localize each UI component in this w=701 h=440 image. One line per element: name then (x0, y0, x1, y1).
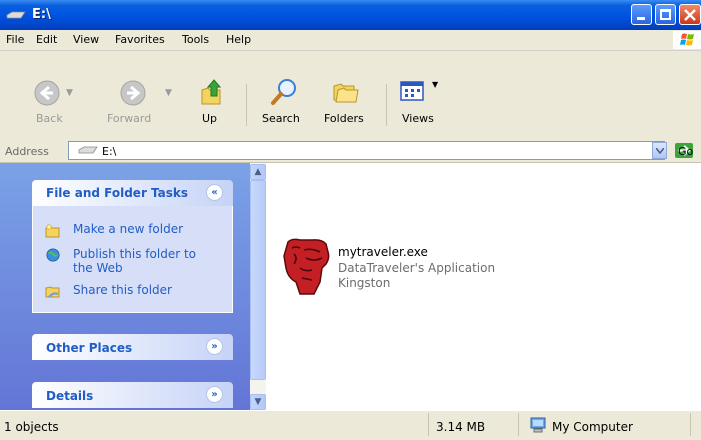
forward-icon (120, 80, 146, 106)
expand-chevron-icon[interactable]: » (206, 338, 223, 355)
search-icon (271, 79, 296, 105)
status-size: 3.14 MB (436, 420, 486, 434)
address-value: E:\ (102, 145, 117, 158)
views-button[interactable]: ▼ Views (394, 58, 446, 128)
publish-folder-link-cont[interactable]: the Web (73, 261, 123, 275)
folders-label: Folders (324, 112, 364, 125)
status-separator (428, 413, 429, 436)
views-dropdown-icon[interactable]: ▼ (432, 80, 438, 89)
search-button[interactable]: Search (256, 58, 308, 128)
drive-icon (78, 146, 98, 154)
menu-bar (0, 30, 701, 51)
menu-file[interactable]: File (6, 33, 24, 46)
scroll-down-button[interactable]: ▼ (250, 394, 266, 410)
address-dropdown-button[interactable] (652, 142, 667, 159)
forward-button[interactable]: ▼ Forward (95, 58, 175, 128)
publish-folder-link[interactable]: Publish this folder to (73, 247, 196, 261)
folders-button[interactable]: Folders (318, 58, 374, 128)
share-folder-icon (45, 286, 60, 298)
menu-edit[interactable]: Edit (36, 33, 57, 46)
search-label: Search (262, 112, 300, 125)
maximize-button[interactable] (655, 4, 676, 25)
views-icon (400, 81, 424, 101)
file-company: Kingston (338, 276, 391, 290)
share-folder-link[interactable]: Share this folder (73, 283, 172, 297)
other-places-title[interactable]: Other Places (46, 341, 132, 355)
windows-logo-icon (673, 31, 701, 49)
chevron-down-icon (656, 148, 664, 154)
my-computer-icon (530, 417, 546, 433)
expand-chevron-icon[interactable]: » (206, 386, 223, 403)
back-icon (34, 80, 60, 106)
menu-view[interactable]: View (73, 33, 99, 46)
up-folder-icon (201, 79, 222, 105)
kingston-exe-icon[interactable] (282, 238, 332, 296)
go-label[interactable]: Go (678, 145, 693, 158)
address-input[interactable] (68, 141, 665, 160)
new-folder-icon (45, 224, 60, 238)
scroll-thumb[interactable] (250, 180, 266, 380)
file-name[interactable]: mytraveler.exe (338, 245, 428, 259)
publish-web-icon (46, 248, 60, 262)
file-folder-tasks-title[interactable]: File and Folder Tasks (46, 186, 188, 200)
close-button[interactable] (679, 4, 701, 25)
menu-favorites[interactable]: Favorites (115, 33, 165, 46)
address-label: Address (5, 145, 49, 158)
details-title[interactable]: Details (46, 389, 93, 403)
scroll-up-button[interactable]: ▲ (250, 164, 266, 180)
close-icon (684, 9, 696, 21)
drive-icon (6, 11, 26, 19)
folders-icon (333, 83, 359, 103)
status-zone: My Computer (552, 420, 633, 434)
collapse-chevron-icon[interactable]: « (206, 184, 223, 201)
status-separator (690, 413, 691, 436)
back-button[interactable]: ▼ Back (14, 58, 94, 128)
up-label: Up (202, 112, 218, 125)
toolbar-separator (246, 84, 247, 126)
toolbar-separator (386, 84, 387, 126)
forward-label: Forward (107, 112, 152, 125)
views-label: Views (402, 112, 434, 125)
up-button[interactable]: Up (190, 58, 230, 128)
window-title: E:\ (32, 7, 51, 22)
menu-tools[interactable]: Tools (182, 33, 209, 46)
status-object-count: 1 objects (4, 420, 59, 434)
title-bar[interactable] (0, 0, 701, 30)
minimize-button[interactable] (631, 4, 652, 25)
make-new-folder-link[interactable]: Make a new folder (73, 222, 183, 236)
status-separator (518, 413, 519, 436)
back-label: Back (36, 112, 63, 125)
menu-help[interactable]: Help (226, 33, 251, 46)
file-description: DataTraveler's Application (338, 261, 496, 275)
